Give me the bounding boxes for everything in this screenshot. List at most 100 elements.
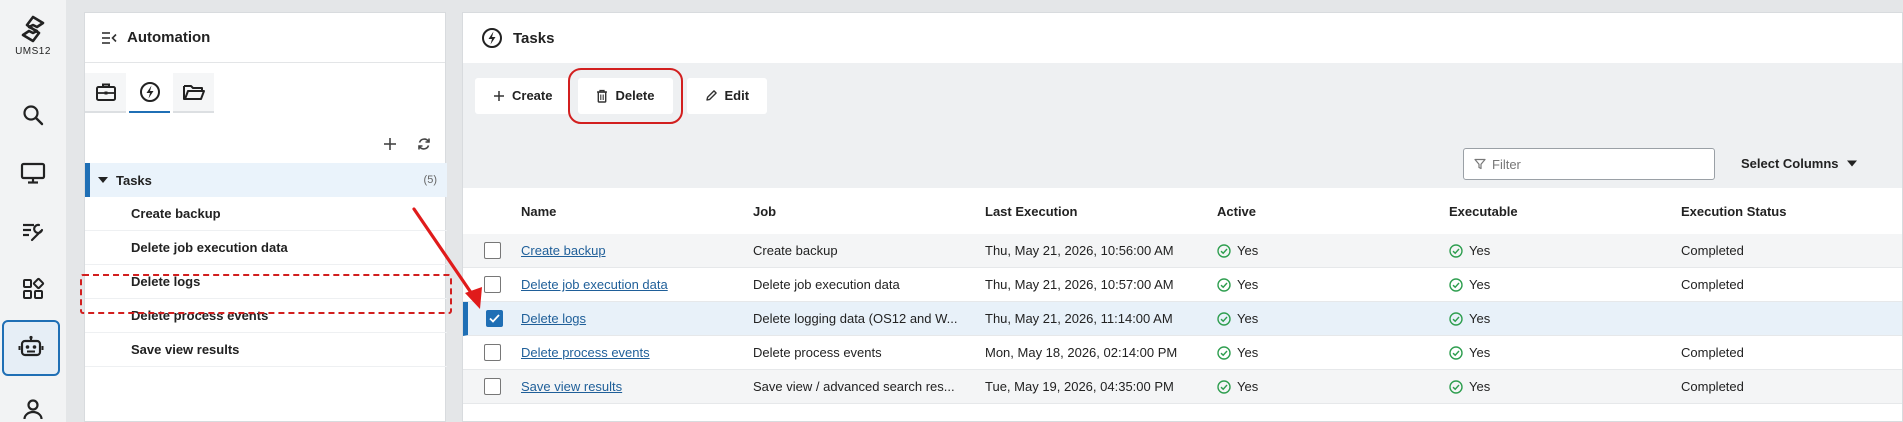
tab-jobs[interactable] [85,73,126,113]
cell-executable: Yes [1469,243,1491,258]
left-rail: UMS12 [0,0,66,422]
plus-icon [494,90,504,101]
column-header-execution-status[interactable]: Execution Status [1681,204,1881,219]
create-button-label: Create [512,88,553,103]
collapse-panel-icon[interactable] [101,31,117,45]
refresh-button[interactable] [417,137,431,151]
tab-folders[interactable] [173,73,214,113]
cell-executable: Yes [1469,345,1491,360]
column-header-name[interactable]: Name [521,204,753,219]
cell-executable: Yes [1469,311,1491,326]
column-header-executable[interactable]: Executable [1449,204,1681,219]
user-icon [23,399,43,420]
cell-execution-status: Completed [1681,277,1744,292]
check-circle-icon [1449,277,1463,292]
logo-icon [21,15,45,43]
cell-job: Delete process events [753,345,882,360]
create-button[interactable]: Create [475,77,571,114]
automation-panel-title: Automation [127,29,211,46]
rail-configuration-button[interactable] [0,202,66,260]
check-circle-icon [1217,345,1231,360]
cell-executable: Yes [1469,379,1491,394]
task-tree: Tasks (5) Create backup Delete job execu… [80,163,452,367]
check-circle-icon [1449,379,1463,394]
tree-item-delete-job-execution-data[interactable]: Delete job execution data [85,231,447,265]
column-header-job[interactable]: Job [753,204,985,219]
rail-automation-button[interactable] [2,320,60,376]
filter-icon [1474,158,1486,170]
cell-execution-status: Completed [1681,243,1744,258]
column-header-last-execution[interactable]: Last Execution [985,204,1217,219]
filter-input[interactable]: Filter [1463,148,1715,180]
task-name-link[interactable]: Create backup [521,243,606,258]
rail-apps-button[interactable] [0,260,66,318]
cell-last-execution: Thu, May 21, 2026, 10:57:00 AM [985,277,1174,292]
tree-root-tasks[interactable]: Tasks (5) [85,163,447,197]
rail-users-button[interactable] [0,380,66,422]
caret-down-icon[interactable] [98,176,108,184]
tools-icon [23,223,44,242]
task-name-link[interactable]: Delete logs [521,311,586,326]
folder-icon [182,85,205,100]
row-checkbox[interactable] [483,344,501,361]
edit-button[interactable]: Edit [686,77,768,114]
tree-item-create-backup[interactable]: Create backup [85,197,447,231]
automation-tabs [85,73,217,125]
filter-placeholder: Filter [1492,156,1521,172]
lightning-icon [482,28,502,48]
tasks-header: Tasks [463,13,1902,63]
logo: UMS12 [0,14,66,57]
delete-logs-highlight [80,274,452,314]
table-row[interactable]: Delete process events Delete process eve… [463,336,1902,370]
delete-button-label: Delete [615,88,655,103]
cell-executable: Yes [1469,277,1491,292]
delete-button[interactable]: Delete [568,67,683,124]
cell-job: Delete logging data (OS12 and W... [753,311,958,326]
cell-last-execution: Thu, May 21, 2026, 11:14:00 AM [985,311,1173,326]
task-name-link[interactable]: Delete process events [521,345,650,360]
caret-down-icon [1846,160,1857,167]
cell-execution-status: Completed [1681,379,1744,394]
rail-devices-button[interactable] [0,144,66,202]
task-name-link[interactable]: Save view results [521,379,622,394]
row-checkbox[interactable] [483,378,501,395]
pencil-icon [705,90,717,101]
check-circle-icon [1449,345,1463,360]
tree-root-count: (5) [423,174,437,186]
table-row-selected[interactable]: Delete logs Delete logging data (OS12 an… [463,302,1902,336]
table-header: Name Job Last Execution Active Executabl… [463,188,1902,234]
select-columns-dropdown[interactable]: Select Columns [1741,156,1857,171]
briefcase-icon [95,83,116,101]
monitor-icon [20,162,46,184]
cell-job: Delete job execution data [753,277,900,292]
check-circle-icon [1217,277,1231,292]
cell-last-execution: Thu, May 21, 2026, 10:56:00 AM [985,243,1174,258]
cell-job: Save view / advanced search res... [753,379,955,394]
cell-last-execution: Tue, May 19, 2026, 04:35:00 PM [985,379,1174,394]
check-circle-icon [1449,243,1463,258]
add-task-button[interactable] [383,137,397,151]
task-name-link[interactable]: Delete job execution data [521,277,668,292]
refresh-icon [418,138,430,150]
tree-item-save-view-results[interactable]: Save view results [85,333,447,367]
check-circle-icon [1449,311,1463,326]
table-row[interactable]: Create backup Create backup Thu, May 21,… [463,234,1902,268]
annotation-arrow [412,207,482,309]
tasks-toolbar: Create Delete Edit [463,63,1902,128]
filter-row: Filter Select Columns [463,128,1902,188]
table-row[interactable]: Delete job execution data Delete job exe… [463,268,1902,302]
lightning-icon [139,82,160,102]
check-circle-icon [1217,311,1231,326]
check-circle-icon [1217,243,1231,258]
search-icon [23,105,44,126]
table-row[interactable]: Save view results Save view / advanced s… [463,370,1902,404]
rail-search-button[interactable] [0,86,66,144]
robot-icon [18,335,44,357]
cell-job: Create backup [753,243,838,258]
plus-icon [384,138,396,150]
cell-active: Yes [1237,311,1259,326]
tab-tasks[interactable] [129,73,170,113]
cell-active: Yes [1237,345,1259,360]
logo-text: UMS12 [15,46,51,57]
column-header-active[interactable]: Active [1217,204,1449,219]
